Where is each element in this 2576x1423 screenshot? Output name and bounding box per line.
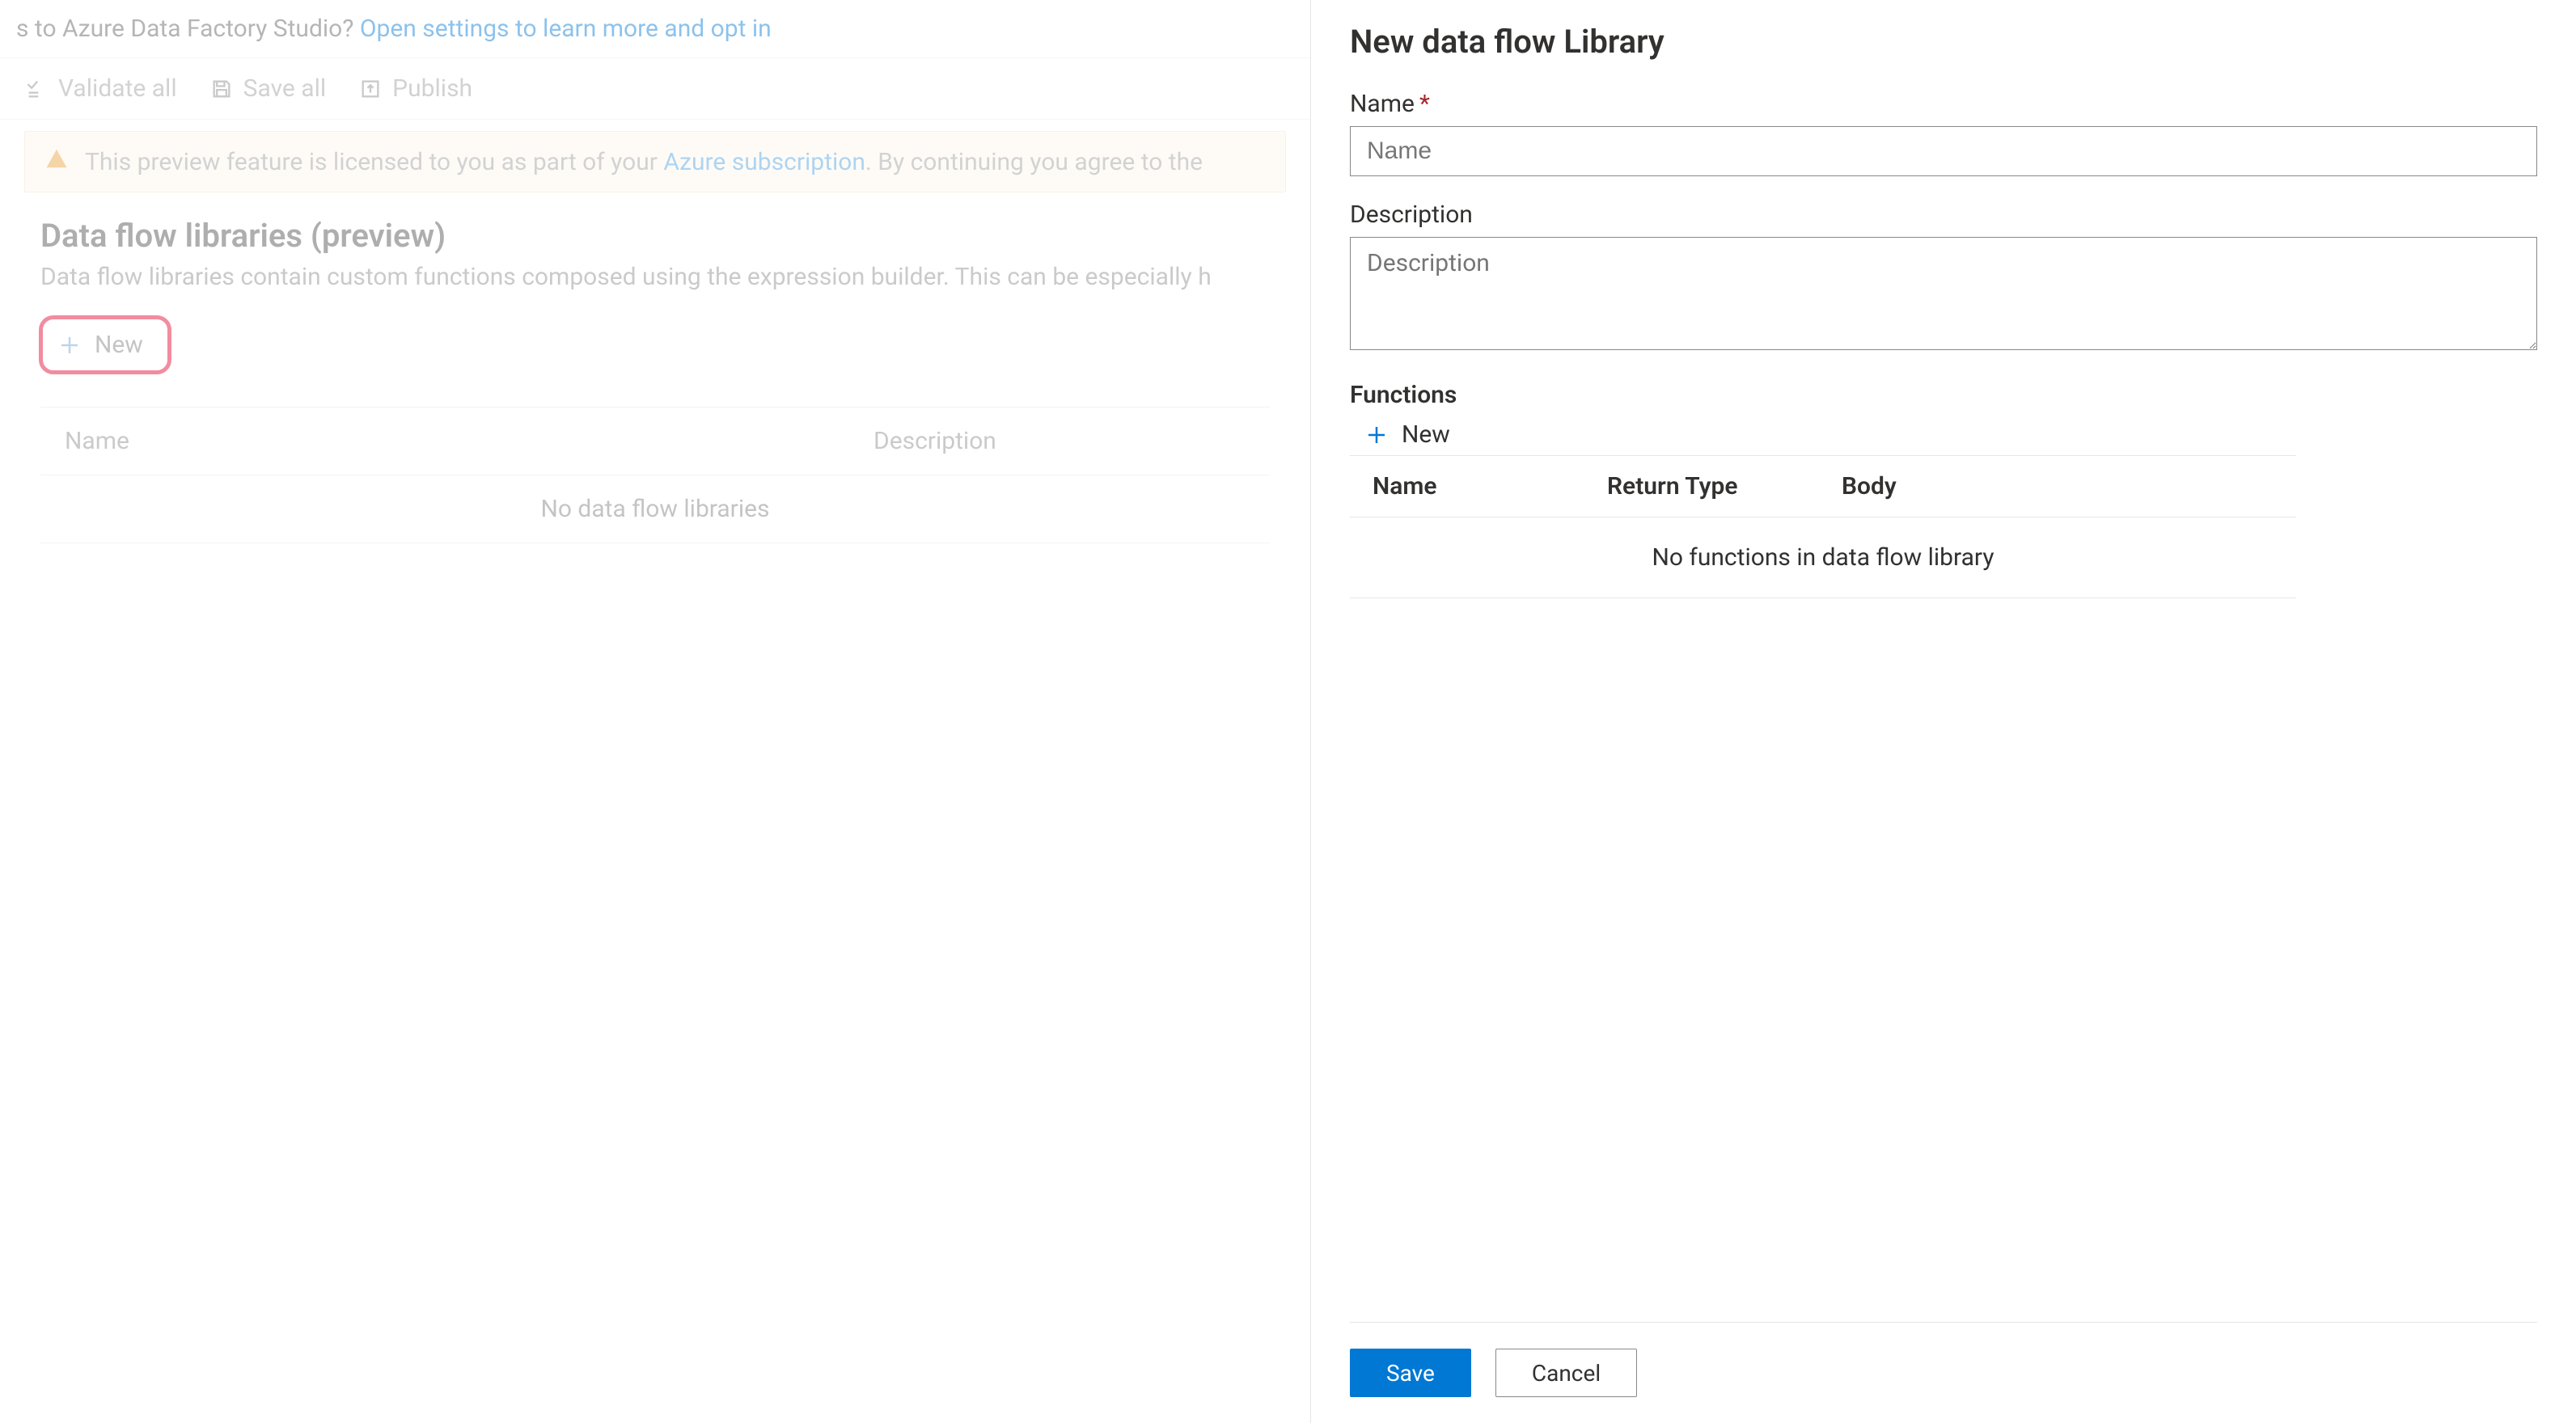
new-function-label: New	[1402, 420, 1450, 449]
new-library-panel: New data flow Library Name * Description…	[1310, 0, 2576, 1423]
save-all-label: Save all	[243, 74, 327, 103]
description-label-text: Description	[1350, 201, 1473, 229]
validate-all-button[interactable]: Validate all	[24, 74, 177, 103]
toolbar: Validate all Save all Publish	[0, 58, 1310, 120]
page-title: Data flow libraries (preview)	[0, 192, 1310, 263]
page-description: Data flow libraries contain custom funct…	[0, 263, 1310, 315]
opt-in-banner-text: s to Azure Data Factory Studio?	[16, 15, 360, 43]
plus-icon	[57, 333, 82, 357]
warning-icon	[44, 146, 69, 177]
checkmark-list-icon	[24, 77, 49, 101]
functions-col-return-type: Return Type	[1607, 472, 1842, 500]
opt-in-banner-link[interactable]: Open settings to learn more and opt in	[360, 15, 772, 43]
libraries-col-name: Name	[65, 427, 873, 455]
functions-col-name: Name	[1373, 472, 1607, 500]
required-star: *	[1419, 90, 1430, 118]
save-button[interactable]: Save	[1350, 1349, 1471, 1397]
panel-title: New data flow Library	[1350, 23, 2537, 61]
main-content-dimmed: s to Azure Data Factory Studio? Open set…	[0, 0, 1310, 1423]
preview-notice-suffix: . By continuing you agree to the	[865, 148, 1203, 176]
libraries-empty-message: No data flow libraries	[40, 475, 1270, 543]
save-all-button[interactable]: Save all	[209, 74, 327, 103]
save-icon	[209, 77, 234, 101]
azure-subscription-link[interactable]: Azure subscription	[663, 148, 865, 176]
preview-notice-prefix: This preview feature is licensed to you …	[85, 148, 663, 176]
preview-license-notice: This preview feature is licensed to you …	[24, 131, 1286, 192]
functions-col-body: Body	[1842, 472, 2274, 500]
publish-label: Publish	[392, 74, 472, 103]
opt-in-banner: s to Azure Data Factory Studio? Open set…	[0, 0, 1310, 58]
functions-empty-message: No functions in data flow library	[1350, 517, 2296, 598]
functions-table-header: Name Return Type Body	[1350, 455, 2296, 517]
description-label: Description	[1350, 201, 2537, 229]
new-library-label: New	[95, 331, 143, 359]
name-input[interactable]	[1350, 126, 2537, 176]
name-label: Name *	[1350, 90, 2537, 118]
panel-footer: Save Cancel	[1350, 1322, 2537, 1423]
cancel-button[interactable]: Cancel	[1495, 1349, 1637, 1397]
plus-icon	[1364, 423, 1389, 447]
functions-section-label: Functions	[1350, 381, 2537, 409]
new-function-button[interactable]: New	[1350, 414, 2537, 455]
validate-all-label: Validate all	[58, 74, 177, 103]
libraries-col-description: Description	[873, 427, 996, 455]
libraries-table-header: Name Description	[40, 407, 1270, 475]
libraries-table: Name Description No data flow libraries	[40, 407, 1270, 543]
description-input[interactable]	[1350, 237, 2537, 350]
new-library-button[interactable]: New	[39, 315, 171, 374]
upload-icon	[358, 77, 383, 101]
name-label-text: Name	[1350, 90, 1415, 118]
publish-button[interactable]: Publish	[358, 74, 472, 103]
